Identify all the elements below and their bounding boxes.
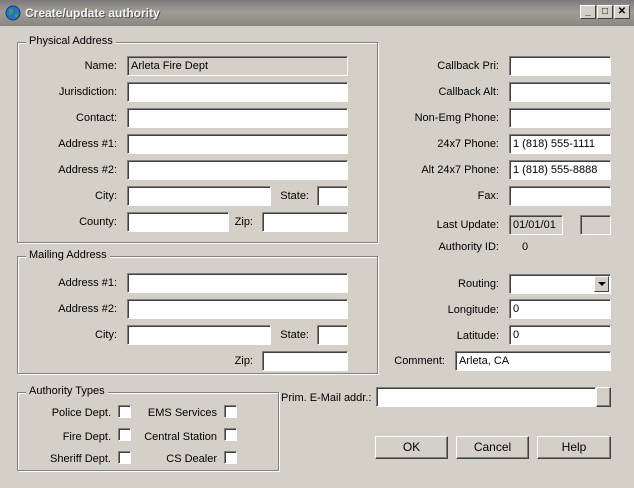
jurisdiction-label: Jurisdiction: xyxy=(58,86,117,98)
authority-id-label: Authority ID: xyxy=(438,241,499,253)
name-field[interactable]: Arleta Fire Dept xyxy=(127,56,348,76)
latitude-label: Latitude: xyxy=(456,330,499,342)
routing-label: Routing: xyxy=(458,278,499,290)
routing-dropdown[interactable] xyxy=(509,274,611,294)
longitude-label: Longitude: xyxy=(447,304,499,316)
zip-label: Zip: xyxy=(234,216,253,228)
mailing-state-label: State: xyxy=(280,329,309,341)
callback-alt-field[interactable] xyxy=(509,82,611,102)
contact-field[interactable] xyxy=(127,108,348,128)
ok-button[interactable]: OK xyxy=(375,436,448,459)
chevron-down-icon[interactable] xyxy=(594,276,609,292)
fax-field[interactable] xyxy=(509,186,611,206)
mailing-city-field[interactable] xyxy=(127,325,271,345)
fire-dept-checkbox[interactable] xyxy=(118,428,131,441)
alt-phone-247-label: Alt 24x7 Phone: xyxy=(421,164,499,176)
window-title: Create/update authority xyxy=(25,6,160,20)
non-emg-phone-label: Non-Emg Phone: xyxy=(414,112,499,124)
physical-address-legend: Physical Address xyxy=(26,35,116,47)
mailing-zip-field[interactable] xyxy=(262,351,348,371)
callback-pri-label: Callback Pri: xyxy=(437,60,499,72)
last-update-label: Last Update: xyxy=(436,219,499,231)
county-field[interactable] xyxy=(127,212,229,232)
city-label: City: xyxy=(95,190,117,202)
contact-label: Contact: xyxy=(76,112,117,124)
police-dept-checkbox[interactable] xyxy=(118,405,131,418)
callback-pri-field[interactable] xyxy=(509,56,611,76)
help-button[interactable]: Help xyxy=(537,436,611,459)
zip-field[interactable] xyxy=(262,212,348,232)
cs-dealer-label: CS Dealer xyxy=(166,453,217,465)
name-label: Name: xyxy=(84,60,117,72)
minimize-button[interactable]: _ xyxy=(580,5,596,19)
mailing-state-field[interactable] xyxy=(317,325,348,345)
non-emg-phone-field[interactable] xyxy=(509,108,611,128)
close-button[interactable]: ✕ xyxy=(614,5,630,19)
phone-247-label: 24x7 Phone: xyxy=(437,138,499,150)
last-update-field: 01/01/01 xyxy=(509,215,563,235)
latitude-field[interactable]: 0 xyxy=(509,325,611,345)
state-field[interactable] xyxy=(317,186,348,206)
sheriff-dept-checkbox[interactable] xyxy=(118,451,131,464)
authority-id-value: 0 xyxy=(522,241,529,253)
mailing-zip-label: Zip: xyxy=(234,355,253,367)
police-dept-label: Police Dept. xyxy=(51,407,111,419)
jurisdiction-field[interactable] xyxy=(127,82,348,102)
comment-label: Comment: xyxy=(394,355,445,367)
mailing-address-legend: Mailing Address xyxy=(26,249,110,261)
maximize-button[interactable]: □ xyxy=(597,5,613,19)
address2-label: Address #2: xyxy=(58,164,117,176)
comment-field[interactable]: Arleta, CA xyxy=(455,351,611,371)
cs-dealer-checkbox[interactable] xyxy=(224,451,237,464)
last-update-extra-field xyxy=(580,215,611,235)
mailing-address1-field[interactable] xyxy=(127,273,348,293)
central-station-label: Central Station xyxy=(144,431,217,443)
title-bar: Create/update authority _ □ ✕ xyxy=(0,0,634,26)
cancel-button[interactable]: Cancel xyxy=(456,436,529,459)
callback-alt-label: Callback Alt: xyxy=(438,86,499,98)
mailing-address2-label: Address #2: xyxy=(58,303,117,315)
fire-dept-label: Fire Dept. xyxy=(62,431,111,443)
ems-services-checkbox[interactable] xyxy=(224,405,237,418)
email-field[interactable] xyxy=(376,387,596,407)
mailing-address2-field[interactable] xyxy=(127,299,348,319)
address2-field[interactable] xyxy=(127,160,348,180)
sheriff-dept-label: Sheriff Dept. xyxy=(50,453,111,465)
longitude-field[interactable]: 0 xyxy=(509,299,611,319)
mailing-city-label: City: xyxy=(95,329,117,341)
address1-field[interactable] xyxy=(127,134,348,154)
email-label: Prim. E-Mail addr.: xyxy=(281,392,372,404)
mailing-address1-label: Address #1: xyxy=(58,277,117,289)
state-label: State: xyxy=(280,190,309,202)
county-label: County: xyxy=(79,216,117,228)
central-station-checkbox[interactable] xyxy=(224,428,237,441)
email-browse-button[interactable] xyxy=(596,387,611,407)
ems-services-label: EMS Services xyxy=(147,407,217,419)
address1-label: Address #1: xyxy=(58,138,117,150)
authority-types-legend: Authority Types xyxy=(26,385,108,397)
city-field[interactable] xyxy=(127,186,271,206)
fax-label: Fax: xyxy=(477,190,499,202)
globe-icon xyxy=(5,5,21,21)
alt-phone-247-field[interactable]: 1 (818) 555-8888 xyxy=(509,160,611,180)
phone-247-field[interactable]: 1 (818) 555-1111 xyxy=(509,134,611,154)
